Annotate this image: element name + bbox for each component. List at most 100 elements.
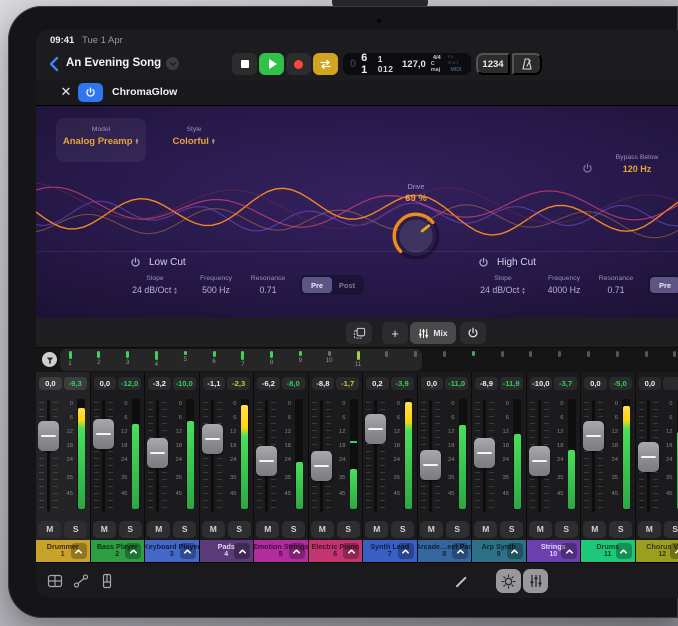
solo-button[interactable]: S	[391, 521, 414, 538]
chevron-up-icon[interactable]	[234, 543, 250, 559]
close-icon[interactable]: ✕	[58, 84, 74, 100]
low-cut-frequency[interactable]: Frequency 500 Hz	[188, 275, 244, 295]
volume-value[interactable]: -10,0	[530, 377, 553, 390]
track-name-band[interactable]: Keyboard Player 3	[145, 540, 199, 562]
bypass-below-control[interactable]: Bypass Below 120 Hz	[596, 154, 678, 174]
connector-icon[interactable]	[72, 572, 90, 590]
fader-handle[interactable]	[38, 421, 59, 451]
volume-value[interactable]: 0,0	[421, 377, 444, 390]
lcd-display[interactable]: 0 6 1 1 012 127,0 4/4 C maj In Out MIDI	[343, 53, 471, 75]
track-name-band[interactable]: Synth Lead 7	[363, 540, 417, 562]
peak-value[interactable]: -3,9	[391, 377, 414, 390]
solo-button[interactable]: S	[609, 521, 632, 538]
mute-button[interactable]: M	[420, 521, 443, 538]
fader-handle[interactable]	[529, 446, 550, 476]
volume-value[interactable]: 0,0	[639, 377, 662, 390]
mix-button[interactable]: Mix	[410, 322, 456, 344]
metronome-button[interactable]	[512, 53, 542, 75]
solo-button[interactable]: S	[64, 521, 87, 538]
volume-value[interactable]: -8,9	[475, 377, 498, 390]
pre-segment[interactable]: Pre	[650, 277, 678, 293]
keyboard-icon[interactable]	[98, 572, 116, 590]
volume-value[interactable]: 0,0	[584, 377, 607, 390]
solo-button[interactable]: S	[337, 521, 360, 538]
cycle-button[interactable]	[313, 53, 338, 75]
fader-handle[interactable]	[420, 450, 441, 480]
chevron-up-icon[interactable]	[670, 543, 678, 559]
high-cut-power-icon[interactable]	[478, 257, 489, 268]
track-name-band[interactable]: Drummer 1	[36, 540, 90, 562]
back-icon[interactable]	[48, 56, 62, 72]
chevron-up-icon[interactable]	[452, 543, 468, 559]
fader-handle[interactable]	[638, 442, 659, 472]
fader-handle[interactable]	[474, 438, 495, 468]
track-name-band[interactable]: Drums 11	[581, 540, 635, 562]
fader-handle[interactable]	[256, 446, 277, 476]
filter-icon[interactable]	[42, 352, 57, 367]
peak-value[interactable]: -11,9	[500, 377, 523, 390]
mute-button[interactable]: M	[365, 521, 388, 538]
fader-handle[interactable]	[202, 424, 223, 454]
track-name-band[interactable]: Emotion Strings 5	[254, 540, 308, 562]
low-cut-slope[interactable]: Slope 24 dB/Oct▲▼	[122, 275, 188, 295]
high-cut-frequency[interactable]: Frequency 4000 Hz	[536, 275, 592, 295]
solo-button[interactable]: S	[282, 521, 305, 538]
chevron-up-icon[interactable]	[71, 543, 87, 559]
track-name-band[interactable]: Bass Player 2	[91, 540, 145, 562]
fader-handle[interactable]	[311, 451, 332, 481]
volume-value[interactable]: 0,0	[39, 377, 62, 390]
solo-button[interactable]: S	[119, 521, 142, 538]
volume-value[interactable]: 0,0	[94, 377, 117, 390]
track-name-band[interactable]: Arcade…eet Pad 8	[418, 540, 472, 562]
mute-button[interactable]: M	[147, 521, 170, 538]
chevron-up-icon[interactable]	[289, 543, 305, 559]
mute-button[interactable]: M	[474, 521, 497, 538]
solo-button[interactable]: S	[500, 521, 523, 538]
chevron-up-icon[interactable]	[398, 543, 414, 559]
solo-button[interactable]: S	[173, 521, 196, 538]
chevron-up-icon[interactable]	[616, 543, 632, 559]
peak-value[interactable]: -8,0	[282, 377, 305, 390]
pencil-icon[interactable]	[452, 572, 470, 590]
peak-value[interactable]: -5,0	[609, 377, 632, 390]
add-track-button[interactable]: +	[382, 322, 408, 344]
high-cut-resonance[interactable]: Resonance 0.71	[592, 275, 640, 295]
peak-value[interactable]: -9,3	[64, 377, 87, 390]
mixer-view-button[interactable]	[523, 569, 548, 593]
duplicate-button[interactable]	[346, 322, 372, 344]
mixer-power-button[interactable]	[460, 322, 486, 344]
peak-value[interactable]: -11,0	[445, 377, 468, 390]
bypass-power-icon[interactable]	[582, 161, 593, 179]
track-name-band[interactable]: Strings 10	[527, 540, 581, 562]
pre-segment[interactable]: Pre	[302, 277, 332, 293]
plugin-power-button[interactable]	[78, 83, 103, 102]
fader-handle[interactable]	[147, 438, 168, 468]
solo-button[interactable]: S	[228, 521, 251, 538]
song-title[interactable]: An Evening Song	[66, 57, 161, 69]
count-in-button[interactable]: 1234	[476, 53, 510, 75]
chevron-up-icon[interactable]	[561, 543, 577, 559]
controls-view-button[interactable]	[496, 569, 521, 593]
track-name-band[interactable]: Arp Synth 9	[472, 540, 526, 562]
peak-value[interactable]	[663, 377, 678, 390]
post-segment[interactable]: Post	[332, 277, 362, 293]
chevron-down-icon[interactable]	[166, 57, 179, 70]
volume-value[interactable]: -3,2	[148, 377, 171, 390]
volume-value[interactable]: 0,2	[366, 377, 389, 390]
peak-value[interactable]: -1,7	[336, 377, 359, 390]
fader-handle[interactable]	[365, 414, 386, 444]
play-button[interactable]	[259, 53, 284, 75]
low-cut-power-icon[interactable]	[130, 257, 141, 268]
peak-value[interactable]: -2,3	[227, 377, 250, 390]
volume-value[interactable]: -1,1	[203, 377, 226, 390]
peak-value[interactable]: -3,7	[554, 377, 577, 390]
mute-button[interactable]: M	[583, 521, 606, 538]
model-selector[interactable]: Model Analog Preamp▲▼	[56, 118, 146, 162]
track-name-band[interactable]: Electric Piano 6	[309, 540, 363, 562]
peak-value[interactable]: -10,0	[173, 377, 196, 390]
stop-button[interactable]	[232, 53, 257, 75]
mute-button[interactable]: M	[256, 521, 279, 538]
mute-button[interactable]: M	[38, 521, 61, 538]
volume-value[interactable]: -6,2	[257, 377, 280, 390]
drive-knob[interactable]	[390, 210, 442, 262]
